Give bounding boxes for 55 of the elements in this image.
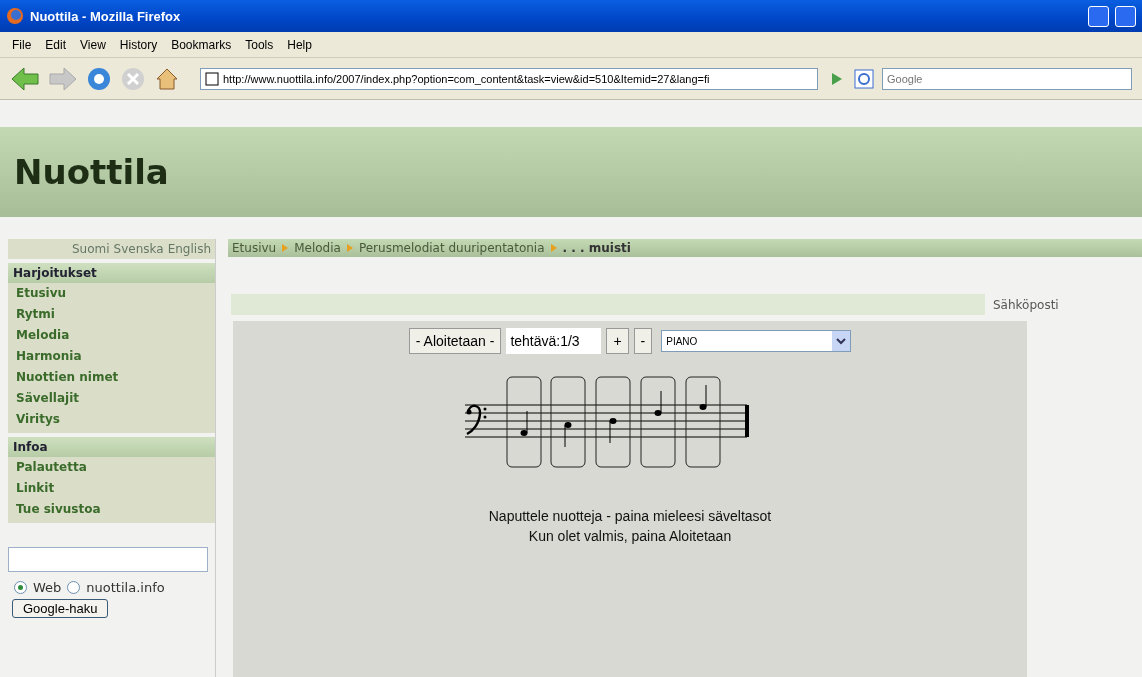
caret-icon bbox=[832, 331, 851, 351]
menu-item[interactable]: File bbox=[12, 37, 32, 52]
back-icon[interactable] bbox=[10, 65, 40, 92]
radio-label: Web bbox=[33, 580, 62, 595]
sidebar-link[interactable]: Linkit bbox=[8, 478, 215, 499]
radio-button[interactable] bbox=[14, 581, 27, 594]
minus-button[interactable]: - bbox=[633, 328, 653, 354]
instruction-text: Kun olet valmis, paina Aloitetaan bbox=[528, 528, 732, 544]
window-title: Nuottila - Mozilla Firefox bbox=[30, 8, 181, 24]
menu-item[interactable]: Bookmarks bbox=[171, 37, 232, 52]
breadcrumb-current: . . . muisti bbox=[562, 241, 631, 255]
firefox-icon bbox=[6, 7, 24, 25]
menu-item[interactable]: History bbox=[119, 37, 158, 52]
search-input[interactable] bbox=[8, 547, 208, 572]
arrow-icon bbox=[282, 244, 289, 252]
menu-item[interactable]: Tools bbox=[245, 37, 274, 52]
site-title: Nuottila bbox=[14, 152, 169, 192]
search-field[interactable]: Google bbox=[882, 67, 1132, 90]
minimize-button[interactable] bbox=[1088, 5, 1109, 27]
google-search-button[interactable]: Google-haku bbox=[12, 599, 109, 618]
sidebar-link[interactable]: Melodia bbox=[8, 325, 215, 346]
sidebar-link[interactable]: Palautetta bbox=[8, 457, 215, 478]
radio-button[interactable] bbox=[67, 581, 81, 594]
menu-heading: Infoa bbox=[8, 437, 215, 457]
breadcrumb-link[interactable]: Melodia bbox=[294, 241, 341, 255]
address-field[interactable]: http://www.nuottila.info/2007/index.php?option=com_content&task=view&id=510&Itemid=27&lang=fi bbox=[200, 67, 818, 90]
menu-item[interactable]: Help bbox=[287, 37, 312, 52]
task-field[interactable]: tehtävä:1/3 bbox=[506, 328, 602, 354]
sidebar-link[interactable]: Harmonia bbox=[8, 346, 215, 367]
language-link[interactable]: Svenska bbox=[113, 242, 164, 256]
instruction-text: Naputtele nuotteja - paina mieleesi säveltasot bbox=[488, 508, 772, 524]
arrow-icon bbox=[550, 244, 557, 252]
breadcrumb-link[interactable]: Perusmelodiat duuripentatonia bbox=[358, 241, 545, 255]
sidebar-link[interactable]: Rytmi bbox=[8, 304, 215, 325]
sidebar-link[interactable]: Nuottien nimet bbox=[8, 367, 215, 388]
restore-button[interactable] bbox=[1115, 5, 1136, 27]
radio-label: nuottila.info bbox=[86, 580, 165, 595]
arrow-icon bbox=[346, 244, 353, 252]
plus-button[interactable]: + bbox=[606, 328, 629, 354]
page-icon bbox=[205, 71, 219, 86]
google-icon[interactable] bbox=[854, 68, 874, 89]
sidebar-link[interactable]: Etusivu bbox=[8, 283, 215, 304]
sidebar-link[interactable]: Viritys bbox=[8, 409, 215, 430]
menu-item[interactable]: View bbox=[80, 37, 106, 52]
menu-item[interactable]: Edit bbox=[45, 37, 67, 52]
language-link[interactable]: English bbox=[167, 242, 211, 256]
language-link[interactable]: Suomi bbox=[72, 242, 110, 256]
sidebar-link[interactable]: Sävellajit bbox=[8, 388, 215, 409]
breadcrumb-link[interactable]: Etusivu bbox=[232, 241, 277, 255]
sidebar-link[interactable]: Tue sivustoa bbox=[8, 499, 215, 520]
email-link[interactable]: Sähköposti bbox=[993, 297, 1059, 312]
instrument-select[interactable]: PIANO bbox=[661, 330, 852, 352]
menu-heading: Harjoitukset bbox=[8, 263, 215, 283]
start-button[interactable]: - Aloitetaan - bbox=[408, 328, 502, 354]
reload-icon[interactable] bbox=[86, 65, 112, 92]
